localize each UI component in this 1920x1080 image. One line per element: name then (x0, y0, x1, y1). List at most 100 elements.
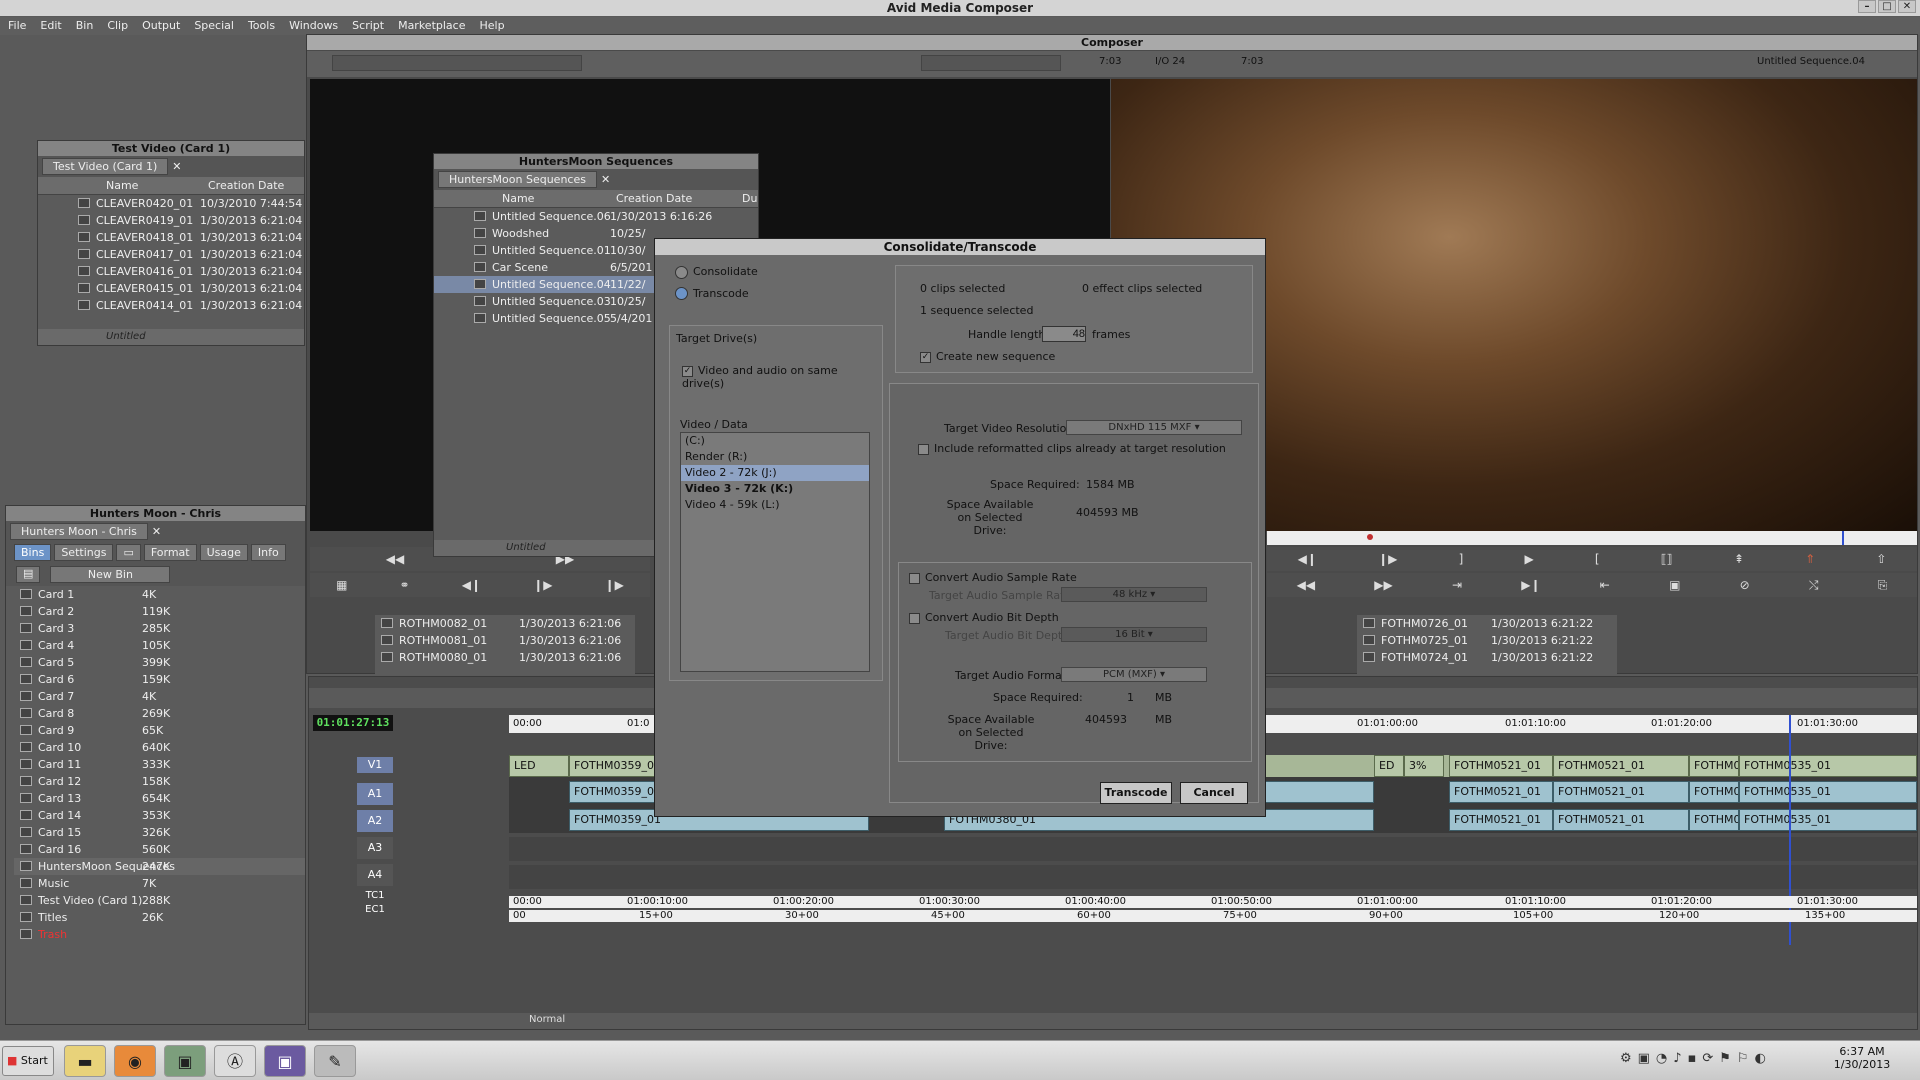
firefox-icon[interactable]: ◉ (114, 1045, 156, 1077)
drive-item-selected[interactable]: Video 2 - 72k (J:) (681, 465, 869, 481)
mark-in-icon[interactable]: [ (1595, 552, 1600, 566)
gimp-icon[interactable]: ✎ (314, 1045, 356, 1077)
hm-seq-title[interactable]: HuntersMoon Sequences (434, 154, 758, 169)
clock[interactable]: 6:37 AM 1/30/2013 (1832, 1045, 1892, 1071)
menu-clip[interactable]: Clip (107, 17, 128, 35)
source-menu[interactable] (332, 55, 582, 71)
project-title[interactable]: Hunters Moon - Chris (6, 506, 305, 521)
bin-view-menu[interactable]: Untitled (106, 331, 146, 342)
dialog-title[interactable]: Consolidate/Transcode (655, 239, 1265, 255)
list-item[interactable]: Card 13 654K (14, 790, 305, 807)
fast-forward-icon[interactable]: ▶▶ (1374, 578, 1392, 592)
menu-file[interactable]: File (8, 17, 26, 35)
list-item[interactable]: ROTHM0082_01 1/30/2013 6:21:06 (375, 615, 635, 632)
menu-help[interactable]: Help (480, 17, 505, 35)
col-duration[interactable]: Du (742, 190, 757, 207)
record-position-bar[interactable] (1267, 531, 1917, 545)
no-symbol-icon[interactable]: ⊘ (1740, 578, 1750, 592)
src-grid-icon[interactable]: ▦ (336, 578, 347, 592)
mode-menu[interactable]: Normal (529, 1014, 565, 1025)
clip-a2[interactable]: FOTHM05 (1689, 809, 1739, 831)
handle-length-input[interactable] (1042, 326, 1086, 342)
project-tab[interactable]: Hunters Moon - Chris (10, 523, 148, 540)
menu-edit[interactable]: Edit (40, 17, 61, 35)
src-link-icon[interactable]: ⚭ (400, 578, 410, 592)
convert-bit-depth-checkbox[interactable]: Convert Audio Bit Depth (909, 611, 1059, 624)
mark-out-icon[interactable]: ] (1459, 552, 1464, 566)
table-row[interactable]: CLEAVER0415_01 1/30/2013 6:21:04 (38, 280, 304, 297)
new-bin-button[interactable]: New Bin (50, 566, 171, 583)
extract-icon[interactable]: ⇑ (1805, 552, 1815, 566)
target-video-resolution-select[interactable]: DNxHD 115 MXF ▾ (1066, 420, 1242, 435)
maximize-button[interactable]: □ (1878, 0, 1896, 13)
close-tab-icon[interactable]: ✕ (172, 160, 181, 173)
list-item[interactable]: Card 1 4K (14, 586, 305, 603)
test-video-tab[interactable]: Test Video (Card 1) (42, 158, 169, 175)
go-to-out-icon[interactable]: ⇥ (1452, 578, 1462, 592)
tab-bins[interactable]: Bins (14, 544, 52, 561)
menu-script[interactable]: Script (352, 17, 384, 35)
menu-tools[interactable]: Tools (248, 17, 275, 35)
step-back-icon[interactable]: ◀❙ (1298, 552, 1317, 566)
clip-v1[interactable]: 3% (1404, 755, 1444, 777)
clip-a2[interactable]: FOTHM0521_01 (1553, 809, 1689, 831)
tab-settings[interactable]: Settings (54, 544, 114, 561)
menu-bin[interactable]: Bin (76, 17, 94, 35)
drive-item[interactable]: Render (R:) (681, 449, 869, 465)
lift-icon[interactable]: ⇞ (1734, 552, 1744, 566)
list-item[interactable]: HuntersMoon Sequences 247K (14, 858, 305, 875)
sequence-name[interactable]: Untitled Sequence.04 (1757, 56, 1865, 67)
clip-a1[interactable]: FOTHM05 (1689, 781, 1739, 803)
target-bit-depth-select[interactable]: 16 Bit ▾ (1061, 627, 1207, 642)
tab-settings-icon[interactable]: ▭ (116, 544, 141, 561)
same-drive-checkbox[interactable]: ✓ Video and audio on same drive(s) (682, 364, 882, 390)
clip-v1[interactable]: FOTHM0521_01 (1553, 755, 1689, 777)
list-item[interactable]: Card 2 119K (14, 603, 305, 620)
list-item[interactable]: FOTHM0724_01 1/30/2013 6:21:22 (1357, 649, 1617, 666)
track-a3[interactable]: A3 (357, 837, 393, 859)
tab-info[interactable]: Info (250, 544, 286, 561)
target-sample-rate-select[interactable]: 48 kHz ▾ (1061, 587, 1207, 602)
list-item[interactable]: Card 8 269K (14, 705, 305, 722)
minimize-button[interactable]: – (1858, 0, 1876, 13)
record-menu[interactable] (921, 55, 1061, 71)
position-indicator[interactable] (1842, 531, 1844, 545)
splice-icon[interactable]: ⇤ (1600, 578, 1610, 592)
track-a1[interactable]: A1 (357, 783, 393, 805)
src-step-fwd-icon[interactable]: ❙▶ (533, 578, 552, 592)
drive-item[interactable]: Video 4 - 59k (L:) (681, 497, 869, 513)
convert-sample-rate-checkbox[interactable]: Convert Audio Sample Rate (909, 571, 1077, 584)
target-audio-format-select[interactable]: PCM (MXF) ▾ (1061, 667, 1207, 682)
close-button[interactable]: ✕ (1898, 0, 1916, 13)
copy-icon[interactable]: ⎘ (1878, 578, 1888, 593)
list-item[interactable]: Card 5 399K (14, 654, 305, 671)
menu-special[interactable]: Special (194, 17, 234, 35)
swap-icon[interactable]: ⤭ (1809, 578, 1819, 593)
list-item[interactable]: Test Video (Card 1) 288K (14, 892, 305, 909)
clip-a2[interactable]: FOTHM0521_01 (1449, 809, 1553, 831)
tab-format[interactable]: Format (143, 544, 197, 561)
list-item[interactable]: Titles 26K (14, 909, 305, 926)
list-item[interactable]: ROTHM0081_01 1/30/2013 6:21:06 (375, 632, 635, 649)
consolidate-radio[interactable]: Consolidate (675, 265, 758, 279)
close-tab-icon[interactable]: ✕ (601, 173, 610, 186)
menu-output[interactable]: Output (142, 17, 180, 35)
list-item[interactable]: Card 4 105K (14, 637, 305, 654)
list-item[interactable]: Card 7 4K (14, 688, 305, 705)
list-item[interactable]: Music 7K (14, 875, 305, 892)
transcode-radio[interactable]: Transcode (675, 287, 758, 300)
drive-item[interactable]: (C:) (681, 433, 869, 449)
clip-a1[interactable]: FOTHM0521_01 (1553, 781, 1689, 803)
table-row[interactable]: CLEAVER0418_01 1/30/2013 6:21:04 (38, 229, 304, 246)
include-reformatted-checkbox[interactable]: Include reformatted clips already at tar… (918, 442, 1226, 455)
list-item[interactable]: Card 15 326K (14, 824, 305, 841)
track-a4[interactable]: A4 (357, 864, 393, 886)
create-new-sequence-checkbox[interactable]: ✓ Create new sequence (920, 350, 1055, 363)
bin-list-icon[interactable]: ▤ (16, 566, 41, 583)
list-item[interactable]: Card 11 333K (14, 756, 305, 773)
src-step-back-icon[interactable]: ◀❙ (462, 578, 481, 592)
track-tc1[interactable]: TC1 (357, 890, 393, 902)
media-icon[interactable]: ▣ (164, 1045, 206, 1077)
cancel-button[interactable]: Cancel (1180, 782, 1248, 804)
hm-seq-tab[interactable]: HuntersMoon Sequences (438, 171, 597, 188)
